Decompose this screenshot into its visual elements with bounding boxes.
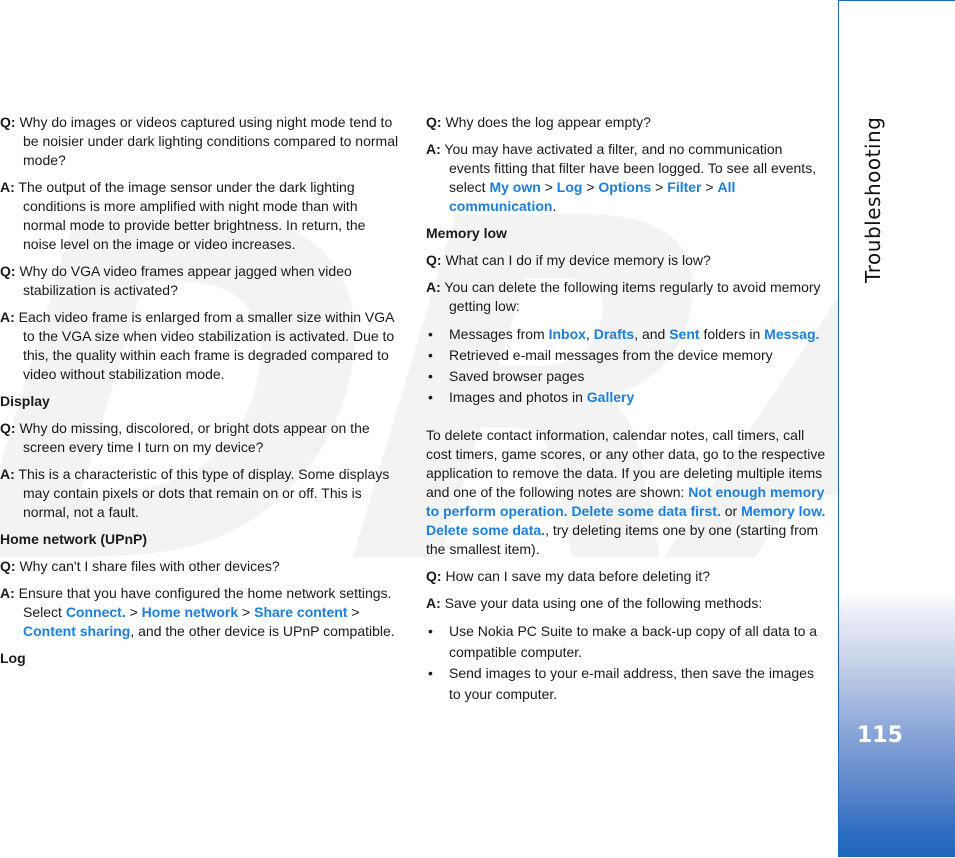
link-filter[interactable]: Filter — [667, 179, 701, 195]
question-night-mode: Q: Why do images or videos captured usin… — [0, 113, 402, 170]
link-drafts[interactable]: Drafts — [594, 326, 634, 342]
answer-text: You can delete the following items regul… — [444, 279, 821, 314]
link-sent[interactable]: Sent — [669, 326, 699, 342]
path-separator: > — [125, 604, 142, 620]
link-options[interactable]: Options — [598, 179, 651, 195]
delete-data-paragraph: To delete contact information, calendar … — [426, 426, 826, 559]
question-text: Why do missing, discolored, or bright do… — [19, 420, 370, 455]
question-display-dots: Q: Why do missing, discolored, or bright… — [0, 419, 402, 457]
paragraph-text: or — [720, 503, 742, 519]
question-text: Why do VGA video frames appear jagged wh… — [19, 263, 352, 298]
list-item-text: Messages from — [449, 326, 549, 342]
link-connect[interactable]: Connect. — [66, 604, 126, 620]
list-item-text: Images and photos in — [449, 389, 587, 405]
link-my-own[interactable]: My own — [489, 179, 540, 195]
question-memory-low: Q: What can I do if my device memory is … — [426, 251, 826, 270]
answer-text: , and the other device is UPnP compatibl… — [130, 623, 395, 639]
answer-night-mode: A: The output of the image sensor under … — [0, 178, 402, 254]
a-label: A: — [0, 309, 15, 325]
list-item-text: , and — [634, 326, 670, 342]
list-item: Images and photos in Gallery — [426, 387, 826, 408]
list-item: Send images to your e-mail address, then… — [426, 663, 826, 705]
a-label: A: — [426, 595, 441, 611]
path-separator: > — [651, 179, 668, 195]
answer-text: Save your data using one of the followin… — [444, 595, 763, 611]
a-label: A: — [0, 466, 15, 482]
a-label: A: — [426, 279, 441, 295]
question-text: How can I save my data before deleting i… — [445, 568, 711, 584]
q-label: Q: — [426, 114, 442, 130]
q-label: Q: — [426, 252, 442, 268]
list-item: Saved browser pages — [426, 366, 826, 387]
right-column: Q: Why does the log appear empty? A: You… — [426, 113, 826, 713]
answer-text: The output of the image sensor under the… — [18, 179, 366, 252]
question-text: Why does the log appear empty? — [445, 114, 651, 130]
link-messaging[interactable]: Messag. — [764, 326, 819, 342]
memory-items-list: Messages from Inbox, Drafts, and Sent fo… — [426, 324, 826, 408]
q-label: Q: — [0, 420, 16, 436]
question-vga-jagged: Q: Why do VGA video frames appear jagged… — [0, 262, 402, 300]
list-item: Use Nokia PC Suite to make a back-up cop… — [426, 621, 826, 663]
answer-save-data: A: Save your data using one of the follo… — [426, 594, 826, 613]
q-label: Q: — [0, 558, 16, 574]
path-separator: > — [701, 179, 718, 195]
path-separator: > — [238, 604, 255, 620]
question-log-empty: Q: Why does the log appear empty? — [426, 113, 826, 132]
link-inbox[interactable]: Inbox — [549, 326, 586, 342]
link-log[interactable]: Log — [557, 179, 583, 195]
question-text: Why can't I share files with other devic… — [19, 558, 280, 574]
section-heading-memory-low: Memory low — [426, 225, 507, 241]
list-item-text: folders in — [699, 326, 765, 342]
link-share-content[interactable]: Share content — [254, 604, 347, 620]
question-share-files: Q: Why can't I share files with other de… — [0, 557, 402, 576]
q-label: Q: — [0, 263, 16, 279]
question-save-data: Q: How can I save my data before deletin… — [426, 567, 826, 586]
question-text: What can I do if my device memory is low… — [445, 252, 711, 268]
save-methods-list: Use Nokia PC Suite to make a back-up cop… — [426, 621, 826, 705]
answer-log-empty: A: You may have activated a filter, and … — [426, 140, 826, 216]
answer-text: This is a characteristic of this type of… — [18, 466, 390, 520]
section-heading-display: Display — [0, 393, 50, 409]
list-item: Messages from Inbox, Drafts, and Sent fo… — [426, 324, 826, 345]
a-label: A: — [426, 141, 441, 157]
path-separator: > — [347, 604, 360, 620]
section-heading-log: Log — [0, 650, 26, 666]
link-content-sharing[interactable]: Content sharing — [23, 623, 130, 639]
a-label: A: — [0, 179, 15, 195]
answer-text: Each video frame is enlarged from a smal… — [18, 309, 395, 382]
answer-share-files: A: Ensure that you have configured the h… — [0, 584, 402, 641]
link-gallery[interactable]: Gallery — [587, 389, 634, 405]
answer-text: . — [552, 198, 557, 214]
section-heading-home-network: Home network (UPnP) — [0, 531, 148, 547]
answer-vga-jagged: A: Each video frame is enlarged from a s… — [0, 308, 402, 384]
q-label: Q: — [0, 114, 16, 130]
answer-display-dots: A: This is a characteristic of this type… — [0, 465, 402, 522]
a-label: A: — [0, 585, 15, 601]
question-text: Why do images or videos captured using n… — [19, 114, 399, 168]
list-item-text: , — [585, 326, 594, 342]
chapter-sidebar: Troubleshooting 115 — [838, 0, 955, 857]
link-home-network[interactable]: Home network — [142, 604, 238, 620]
answer-memory-low: A: You can delete the following items re… — [426, 278, 826, 316]
path-separator: > — [582, 179, 599, 195]
chapter-title: Troubleshooting — [861, 116, 885, 283]
page-number: 115 — [857, 723, 903, 748]
q-label: Q: — [426, 568, 442, 584]
left-column: Q: Why do images or videos captured usin… — [0, 113, 402, 676]
list-item: Retrieved e-mail messages from the devic… — [426, 345, 826, 366]
path-separator: > — [540, 179, 557, 195]
